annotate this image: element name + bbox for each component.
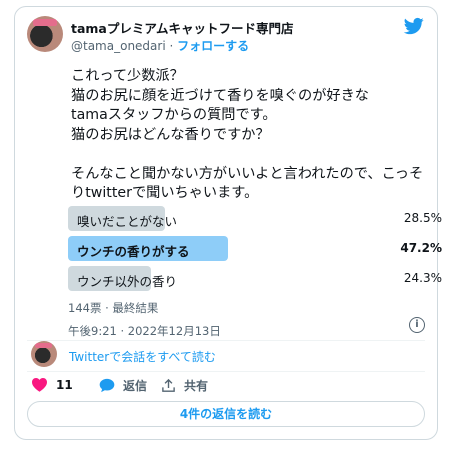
poll-option: ウンチ以外の香り 24.3% <box>68 266 442 293</box>
poll-option-percent: 28.5% <box>403 211 442 225</box>
poll-option-label: ウンチ以外の香り <box>77 274 178 289</box>
separator: · <box>169 39 174 53</box>
poll-option: 嗅いだことがない 28.5% <box>68 206 442 233</box>
reply-label: 返信 <box>123 379 148 393</box>
twitter-bird-icon[interactable] <box>403 16 425 36</box>
read-conversation-link[interactable]: Twitterで会話をすべて読む <box>69 348 216 365</box>
reply-bubble-icon <box>99 378 115 393</box>
like-count: 11 <box>56 377 73 392</box>
account-name[interactable]: tamaプレミアムキャットフード専門店 <box>71 18 294 37</box>
reply-button[interactable]: 返信 <box>99 377 147 394</box>
share-icon <box>162 378 175 392</box>
read-replies-button[interactable]: 4件の返信を読む <box>27 401 425 427</box>
poll: 嗅いだことがない 28.5% ウンチの香りがする 47.2% ウンチ以外の香り … <box>68 206 442 296</box>
handle-line: @tama_onedari · フォローする <box>71 37 249 54</box>
poll-option-percent: 47.2% <box>400 241 442 255</box>
tweet-card: tamaプレミアムキャットフード専門店 @tama_onedari · フォロー… <box>14 6 442 440</box>
divider <box>27 371 425 372</box>
tweet-text: これって少数派？ 猫のお尻に顔を近づけて香りを嗅ぐのが好きな tamaスタッフか… <box>71 68 424 201</box>
divider <box>27 340 425 341</box>
poll-summary: 144票 · 最終結果 <box>68 301 159 315</box>
heart-icon <box>32 378 47 392</box>
tweet-header: tamaプレミアムキャットフード専門店 @tama_onedari · フォロー… <box>27 16 425 56</box>
tweet-timestamp[interactable]: 午後9:21 · 2022年12月13日 <box>68 323 221 339</box>
share-button[interactable]: 共有 <box>161 377 208 394</box>
info-icon[interactable]: i <box>409 317 425 333</box>
poll-option-winner: ウンチの香りがする 47.2% <box>68 236 442 263</box>
like-button[interactable]: 11 <box>31 377 73 392</box>
action-bar: 11 返信 共有 <box>31 375 411 397</box>
avatar <box>31 341 57 367</box>
poll-option-label: ウンチの香りがする <box>77 244 190 259</box>
poll-option-percent: 24.3% <box>403 271 442 285</box>
follow-button[interactable]: フォローする <box>177 39 249 53</box>
share-label: 共有 <box>184 379 209 393</box>
account-handle[interactable]: @tama_onedari <box>71 39 166 53</box>
avatar[interactable] <box>27 16 63 52</box>
poll-option-label: 嗅いだことがない <box>77 214 178 229</box>
